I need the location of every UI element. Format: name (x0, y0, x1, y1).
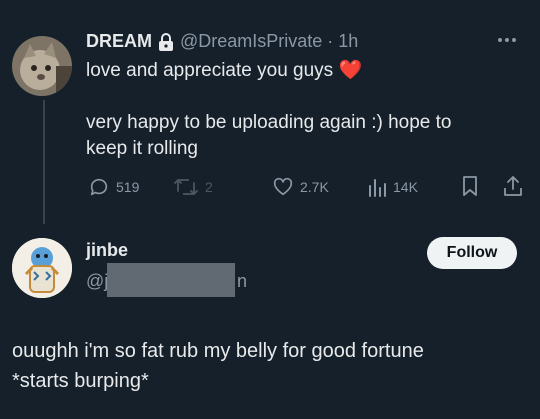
like-action[interactable]: 2.7K (272, 176, 329, 198)
tweet-line-1: love and appreciate you guys (86, 60, 334, 81)
views-action[interactable]: 14K (367, 176, 418, 198)
reply-body: ouughh i'm so fat rub my belly for good … (12, 336, 532, 396)
retweet-action: 2 (173, 176, 213, 198)
reply-line-2: *starts burping* (12, 370, 149, 392)
tweet-line-2: very happy to be uploading again :) hope… (86, 112, 452, 133)
jinbe-handle[interactable]: @j (86, 271, 108, 292)
reply-action[interactable]: 519 (88, 176, 139, 198)
jinbe-handle-end: n (237, 271, 248, 291)
like-count: 2.7K (300, 179, 329, 195)
redaction-box (107, 263, 235, 297)
lock-icon (158, 32, 174, 51)
bar-chart-icon (369, 179, 386, 197)
reply-count: 519 (116, 179, 140, 195)
jinbe-display-name[interactable]: jinbe (86, 240, 128, 261)
tweet-body: love and appreciate you guys ❤️ very hap… (86, 58, 526, 162)
heart-icon (273, 177, 293, 196)
retweet-count: 2 (205, 179, 213, 195)
thread-line (43, 100, 45, 224)
retweet-icon (174, 179, 198, 195)
dream-display-name[interactable]: DREAM (86, 31, 152, 52)
view-count: 14K (393, 179, 418, 195)
reply-icon (90, 178, 108, 196)
reply-line-1: ouughh i'm so fat rub my belly for good … (12, 340, 424, 362)
dream-handle-time[interactable]: @DreamIsPrivate · 1h (180, 31, 358, 52)
bookmark-icon[interactable] (461, 175, 479, 202)
more-dots-icon[interactable] (498, 38, 516, 42)
share-icon[interactable] (502, 175, 524, 202)
jinbe-handle-start: @j (86, 271, 109, 291)
jinbe-avatar[interactable] (12, 238, 72, 298)
heart-emoji: ❤️ (338, 60, 363, 81)
dream-avatar[interactable] (12, 36, 72, 96)
follow-button[interactable]: Follow (427, 237, 517, 269)
tweet-line-3: keep it rolling (86, 138, 198, 159)
